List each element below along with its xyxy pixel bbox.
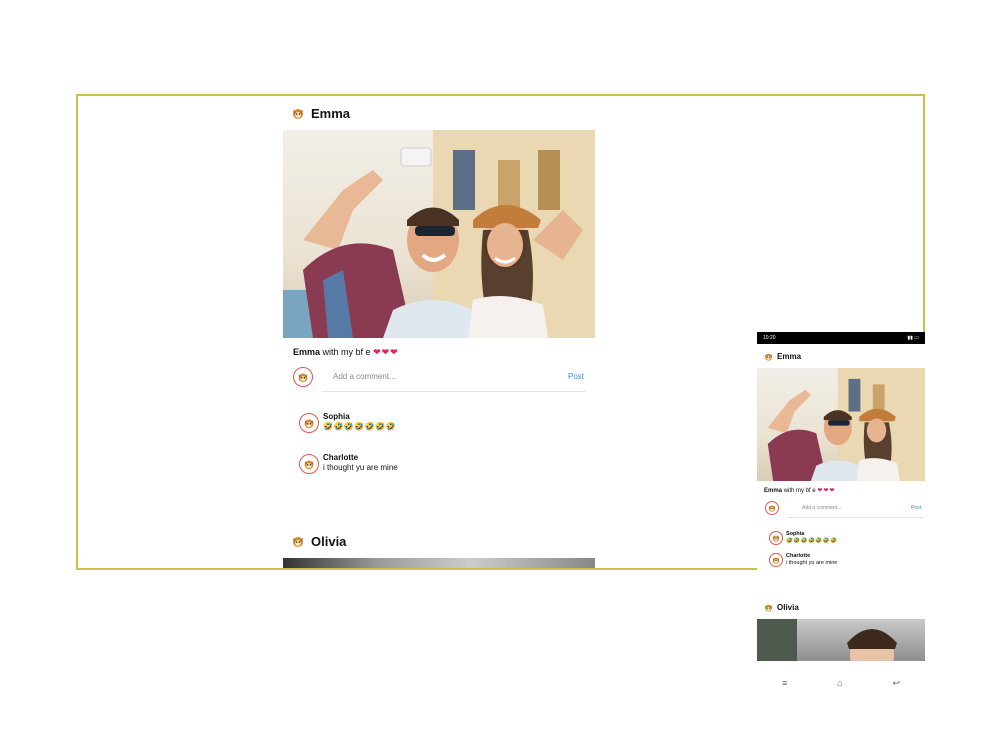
- post-photo[interactable]: [283, 130, 595, 338]
- comment-input[interactable]: [333, 372, 523, 381]
- avatar: [765, 501, 779, 515]
- caption-username[interactable]: Emma: [764, 488, 782, 494]
- comment-item: Sophia 🤣🤣🤣🤣🤣🤣🤣: [757, 531, 925, 545]
- avatar: [293, 367, 313, 387]
- avatar[interactable]: [299, 454, 319, 474]
- comment-composer: Add a comment... Post: [757, 495, 925, 521]
- comment-text: i thought yu are mine: [323, 463, 398, 472]
- comment-placeholder: Add a comment...: [802, 504, 842, 511]
- comment-text: 🤣🤣🤣🤣🤣🤣🤣: [323, 422, 397, 431]
- comment-item: Charlotte i thought yu are mine: [283, 453, 595, 474]
- comment-composer: Post: [283, 360, 595, 394]
- comment-body: Sophia 🤣🤣🤣🤣🤣🤣🤣: [323, 412, 396, 432]
- post-photo[interactable]: [757, 368, 925, 481]
- comment-item: Sophia 🤣🤣🤣🤣🤣🤣🤣: [283, 412, 595, 433]
- back-icon[interactable]: ↩: [892, 678, 900, 689]
- avatar[interactable]: [769, 553, 783, 567]
- status-time: 10:20: [763, 335, 776, 341]
- comment-text: i thought yu are mine: [786, 560, 838, 566]
- comment-body: Charlotte i thought yu are mine: [786, 553, 837, 567]
- caption-text: with my bf e: [322, 347, 371, 357]
- menu-icon[interactable]: ≡: [782, 678, 787, 688]
- comment-body: Charlotte i thought yu are mine: [323, 453, 398, 473]
- post-caption: Emma with my bf e ❤❤❤: [283, 338, 595, 360]
- comment-input-wrapper: Post: [322, 362, 586, 392]
- status-bar: 10:20 ▮▮ ▭: [757, 332, 925, 344]
- comment-username[interactable]: Charlotte: [323, 453, 398, 463]
- post-header: Olivia: [283, 524, 595, 558]
- post-caption: Emma with my bf e ❤❤❤: [757, 481, 925, 495]
- post-username[interactable]: Emma: [777, 352, 801, 361]
- post-comment-button[interactable]: Post: [911, 505, 921, 511]
- post-photo[interactable]: [757, 619, 925, 661]
- post-emma: Emma Emma with my bf e ❤❤❤ Add a comment…: [283, 96, 595, 474]
- avatar[interactable]: [763, 601, 774, 613]
- caption-text: with my bf e: [783, 488, 816, 494]
- post-username[interactable]: Olivia: [777, 603, 799, 612]
- avatar[interactable]: [290, 105, 306, 121]
- avatar[interactable]: [290, 533, 306, 549]
- battery-icon: ▮▮ ▭: [907, 335, 919, 341]
- comment-item: Charlotte i thought yu are mine: [757, 553, 925, 567]
- post-username[interactable]: Emma: [311, 106, 350, 121]
- comment-input[interactable]: Add a comment... Post: [787, 498, 923, 518]
- heart-emoji-icon: ❤❤❤: [373, 347, 399, 357]
- system-nav-bar: ≡ ⌂ ↩: [757, 674, 925, 692]
- comment-text: 🤣🤣🤣🤣🤣🤣🤣: [786, 538, 838, 544]
- post-comment-button[interactable]: Post: [568, 372, 584, 381]
- post-header: Emma: [757, 344, 925, 368]
- avatar[interactable]: [769, 531, 783, 545]
- caption-username[interactable]: Emma: [293, 347, 320, 357]
- mobile-preview: 10:20 ▮▮ ▭ Emma Emma with my bf e ❤❤❤ Ad…: [757, 332, 925, 692]
- comment-body: Sophia 🤣🤣🤣🤣🤣🤣🤣: [786, 531, 837, 545]
- avatar[interactable]: [299, 413, 319, 433]
- comment-username[interactable]: Sophia: [323, 412, 396, 422]
- post-username[interactable]: Olivia: [311, 534, 346, 549]
- post-photo[interactable]: [283, 558, 595, 568]
- comment-username[interactable]: Sophia: [786, 531, 837, 538]
- comment-username[interactable]: Charlotte: [786, 553, 837, 560]
- avatar[interactable]: [763, 350, 774, 362]
- post-header: Olivia: [757, 595, 925, 619]
- heart-emoji-icon: ❤❤❤: [817, 488, 836, 494]
- post-header: Emma: [283, 96, 595, 130]
- feed: Emma Emma with my bf e ❤❤❤ Add a comment…: [283, 96, 595, 568]
- post-olivia: Olivia: [283, 524, 595, 568]
- home-icon[interactable]: ⌂: [837, 678, 842, 688]
